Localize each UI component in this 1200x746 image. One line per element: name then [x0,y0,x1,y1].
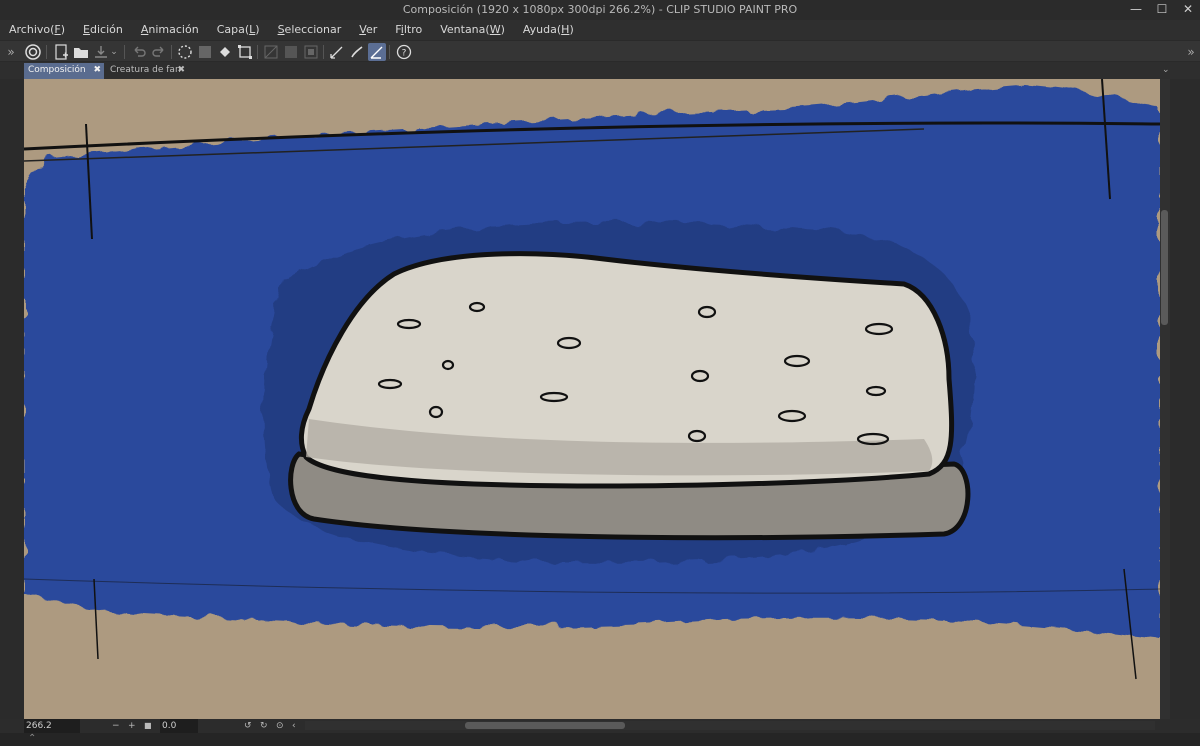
menu-bar: Archivo(F) Edición Animación Capa(L) Sel… [0,20,1200,40]
reset-rotation-icon[interactable]: ⊙ [276,719,284,733]
bottom-dock: ⌃ [0,733,1200,746]
zoom-out-icon[interactable]: − [112,719,120,733]
document-tab-bar: Composición ✖ Creatura de fan ✖ ⌄ [0,62,1200,79]
fill-icon[interactable] [216,43,234,61]
tab-list-chevron-icon[interactable]: ⌄ [1158,63,1170,79]
snap-special-ruler-icon[interactable] [282,43,300,61]
horizontal-scrollbar[interactable] [305,721,1155,730]
new-file-icon[interactable] [52,43,70,61]
expand-left-icon[interactable]: » [2,43,20,61]
rotate-right-icon[interactable]: ↻ [260,719,268,733]
menu-capa[interactable]: Capa(L) [208,20,269,40]
tab-close-icon[interactable]: ✖ [93,63,101,78]
clear-icon[interactable] [176,43,194,61]
fit-screen-icon[interactable]: ■ [144,719,152,733]
stabilizer-icon[interactable] [368,43,386,61]
tab-label: Creatura de fan [110,65,181,75]
snap-ruler-icon[interactable] [262,43,280,61]
command-bar: » ⌄ ? » [0,40,1200,62]
snap-grid-icon[interactable] [302,43,320,61]
menu-ventana[interactable]: Ventana(W) [431,20,514,40]
svg-text:?: ? [402,49,407,59]
maximize-button[interactable]: ☐ [1156,2,1168,16]
menu-ver[interactable]: Ver [350,20,386,40]
vertical-scrollbar[interactable] [1160,79,1170,719]
open-folder-icon[interactable] [72,43,90,61]
menu-edicion[interactable]: Edición [74,20,132,40]
tab-label: Composición [28,65,86,75]
menu-seleccionar[interactable]: Seleccionar [269,20,351,40]
pen-icon[interactable] [328,43,346,61]
left-panel-edge [0,79,24,719]
save-icon[interactable] [92,43,110,61]
brush-icon[interactable] [348,43,366,61]
drawing-canvas[interactable] [24,79,1160,719]
window-title: Composición (1920 x 1080px 300dpi 266.2%… [402,3,798,16]
tab-composicion[interactable]: Composición ✖ [24,63,104,79]
menu-filtro[interactable]: Filtro [386,20,431,40]
menu-ayuda[interactable]: Ayuda(H) [514,20,583,40]
title-bar: Composición (1920 x 1080px 300dpi 266.2%… [0,0,1200,20]
expand-right-icon[interactable]: » [1182,43,1200,61]
transform-icon[interactable] [236,43,254,61]
menu-animacion[interactable]: Animación [132,20,208,40]
zoom-in-icon[interactable]: + [128,719,136,733]
vertical-scroll-thumb[interactable] [1161,210,1168,325]
redo-icon[interactable] [150,43,168,61]
collapse-up-icon[interactable]: ⌃ [28,733,36,744]
minimize-button[interactable]: — [1130,2,1142,16]
window-controls: — ☐ ✕ [1130,2,1194,16]
tab-close-icon[interactable]: ✖ [177,63,185,78]
clear-outside-icon[interactable] [196,43,214,61]
scroll-left-icon[interactable]: ‹ [292,719,296,733]
help-icon[interactable]: ? [395,43,413,61]
rotation-angle-field[interactable]: 0.0 [160,719,198,733]
close-button[interactable]: ✕ [1182,2,1194,16]
horizontal-scroll-thumb[interactable] [465,722,625,729]
undo-icon[interactable] [130,43,148,61]
save-dropdown-icon[interactable]: ⌄ [109,43,119,61]
tab-creatura[interactable]: Creatura de fan ✖ [106,63,188,79]
zoom-level-field[interactable]: 266.2 [24,719,80,733]
clip-studio-icon[interactable] [24,43,42,61]
rotate-left-icon[interactable]: ↺ [244,719,252,733]
menu-archivo[interactable]: Archivo(F) [0,20,74,40]
canvas-artwork [24,79,1160,719]
